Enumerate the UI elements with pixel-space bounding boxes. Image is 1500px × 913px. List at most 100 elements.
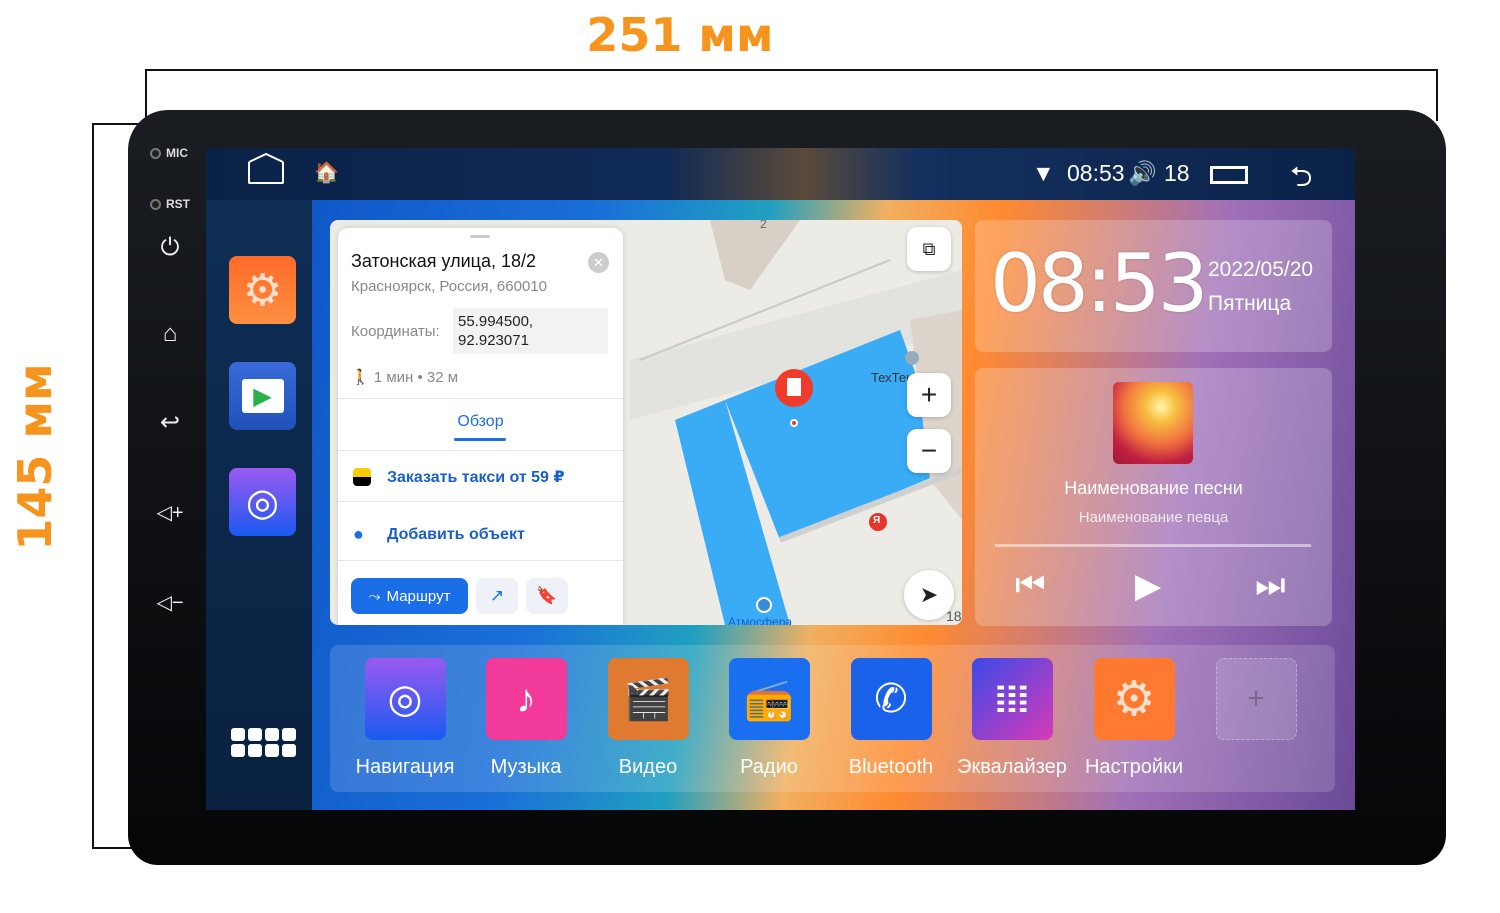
place-info-panel: Затонская улица, 18/2 ✕ Красноярск, Росс… (338, 228, 623, 625)
coordinates-label: Координаты: (351, 323, 440, 340)
app-label: Навигация (355, 756, 455, 778)
location-pin-icon: ◎ (245, 481, 280, 524)
taxi-icon (353, 468, 371, 486)
screen: 🏠 ▼ 08:53 🔊 18 ⮌ ⚙ ▶ ◎ 2 Атмосфера 18 Я … (206, 148, 1355, 810)
share-button[interactable]: ↗ (476, 578, 518, 614)
status-time: 08:53 (1067, 160, 1125, 186)
bookmark-icon: 🔖 (536, 586, 558, 605)
plus-icon: + (920, 379, 938, 410)
place-title: Затонская улица, 18/2 (351, 251, 537, 271)
next-track-icon[interactable]: ⏭ (1255, 566, 1286, 605)
latitude: 55.994500, (458, 313, 534, 330)
app-label: Видео (618, 756, 678, 778)
coordinates-value[interactable]: 55.994500, 92.923071 (453, 308, 608, 354)
app-label: Радио (740, 756, 798, 778)
home-outline-icon[interactable] (248, 153, 284, 184)
rst-label: RST (166, 197, 190, 211)
map-label-building: 2 (760, 220, 767, 231)
app-navigation[interactable]: ◎ Навигация (344, 658, 466, 779)
bookmark-button[interactable]: 🔖 (526, 578, 568, 614)
walk-text: 1 мин • 32 м (373, 369, 459, 386)
route-button[interactable]: ⤳ Маршрут (351, 578, 468, 614)
app-settings[interactable]: ⚙ Настройки (1073, 658, 1195, 779)
mic-indicator: MIC (150, 146, 188, 160)
app-label: Эквалайзер (957, 756, 1067, 778)
navigation-arrow-icon: ➤ (919, 582, 939, 607)
zoom-out-button[interactable]: − (907, 429, 951, 473)
app-label: Музыка (490, 756, 562, 778)
yandex-marker[interactable]: Я (873, 515, 880, 526)
album-cover[interactable] (1113, 382, 1193, 464)
tab-overview[interactable]: Обзор (338, 413, 623, 431)
play-store-icon: ▶ (241, 379, 284, 413)
clock-date: 2022/05/20 (1208, 258, 1314, 281)
location-pin-icon: ◎ (364, 658, 446, 740)
home-hw-icon[interactable]: ⌂ (150, 320, 190, 350)
map-label-atmosfera[interactable]: Атмосфера (728, 615, 792, 625)
plus-icon: + (1215, 658, 1297, 740)
back-icon[interactable]: ⮌ (1290, 156, 1312, 204)
add-app-slot[interactable]: + (1195, 658, 1317, 740)
tab-indicator (454, 438, 506, 441)
bluetooth-phone-icon: ✆ (850, 658, 932, 740)
route-label: Маршрут (386, 587, 451, 605)
app-bluetooth[interactable]: ✆ Bluetooth (830, 658, 952, 779)
song-title: Наименование песни (1064, 478, 1243, 498)
music-widget: Наименование песни Наименование певца ⏮ … (975, 368, 1332, 626)
longitude: 92.923071 (458, 332, 529, 349)
drag-handle[interactable] (470, 235, 490, 238)
close-icon[interactable]: ✕ (588, 252, 609, 273)
progress-bar[interactable] (995, 544, 1311, 547)
locate-button[interactable]: ➤ (904, 570, 954, 620)
wifi-icon: ▼ (1032, 160, 1055, 186)
artist-name: Наименование певца (1078, 509, 1229, 526)
home-area: 2 ТехТекстиль Атмосфера 18 Я ⧉ + − ➤ Зат… (312, 200, 1355, 810)
volume-up-icon[interactable]: ◁+ (150, 500, 190, 530)
layers-button[interactable]: ⧉ (907, 227, 951, 271)
app-label: Bluetooth (848, 756, 934, 778)
previous-track-icon[interactable]: ⏮ (1015, 566, 1046, 605)
order-taxi-link[interactable]: Заказать такси от 59 ₽ (387, 467, 565, 487)
status-bar: 🏠 ▼ 08:53 🔊 18 ⮌ (206, 148, 1355, 200)
share-icon: ↗ (489, 586, 505, 605)
reset-button[interactable]: RST (150, 197, 190, 211)
place-address: Красноярск, Россия, 660010 (351, 278, 547, 295)
clapperboard-icon: 🎬 (607, 658, 689, 740)
map-widget[interactable]: 2 ТехТекстиль Атмосфера 18 Я ⧉ + − ➤ Зат… (330, 220, 962, 625)
height-dimension-label: 145 мм (8, 363, 62, 551)
volume-down-icon[interactable]: ◁− (150, 590, 190, 620)
app-drawer-icon[interactable] (231, 728, 296, 757)
app-equalizer[interactable]: 𝍖 Эквалайзер (951, 658, 1073, 779)
add-place-icon: ● (353, 524, 364, 544)
music-note-icon: ♪ (485, 658, 567, 740)
walk-distance: 🚶 1 мин • 32 м (351, 368, 458, 386)
layers-icon: ⧉ (922, 238, 936, 259)
power-icon[interactable]: ⏻ (150, 234, 190, 264)
status-volume: 18 (1164, 160, 1190, 186)
minus-icon: − (920, 435, 938, 466)
equalizer-icon: 𝍖 (971, 658, 1053, 740)
clock-time: 08:53 (990, 237, 1209, 330)
launcher-home-icon[interactable]: 🏠 (314, 160, 339, 185)
zoom-in-button[interactable]: + (907, 373, 951, 417)
walking-icon: 🚶 (351, 369, 374, 386)
volume-icon[interactable]: 🔊 (1128, 160, 1157, 187)
play-icon[interactable]: ▶ (1135, 566, 1161, 606)
navigation-shortcut[interactable]: ◎ (229, 468, 296, 536)
app-label: Настройки (1084, 756, 1184, 778)
gear-icon: ⚙ (1093, 658, 1175, 740)
app-radio[interactable]: 📻 Радио (708, 658, 830, 779)
clock-weekday: Пятница (1208, 292, 1292, 315)
app-music[interactable]: ♪ Музыка (465, 658, 587, 779)
route-icon: ⤳ (368, 587, 381, 605)
app-video[interactable]: 🎬 Видео (587, 658, 709, 779)
radio-icon: 📻 (728, 658, 810, 740)
play-store-shortcut[interactable]: ▶ (229, 362, 296, 430)
clock-widget[interactable]: 08:53 2022/05/20 Пятница (975, 220, 1332, 352)
gear-icon: ⚙ (242, 265, 283, 315)
recent-apps-icon[interactable] (1210, 166, 1248, 184)
settings-shortcut[interactable]: ⚙ (229, 256, 296, 324)
left-dock: ⚙ ▶ ◎ (206, 200, 312, 810)
add-object-link[interactable]: Добавить объект (387, 526, 525, 544)
back-hw-icon[interactable]: ↩ (150, 408, 190, 438)
